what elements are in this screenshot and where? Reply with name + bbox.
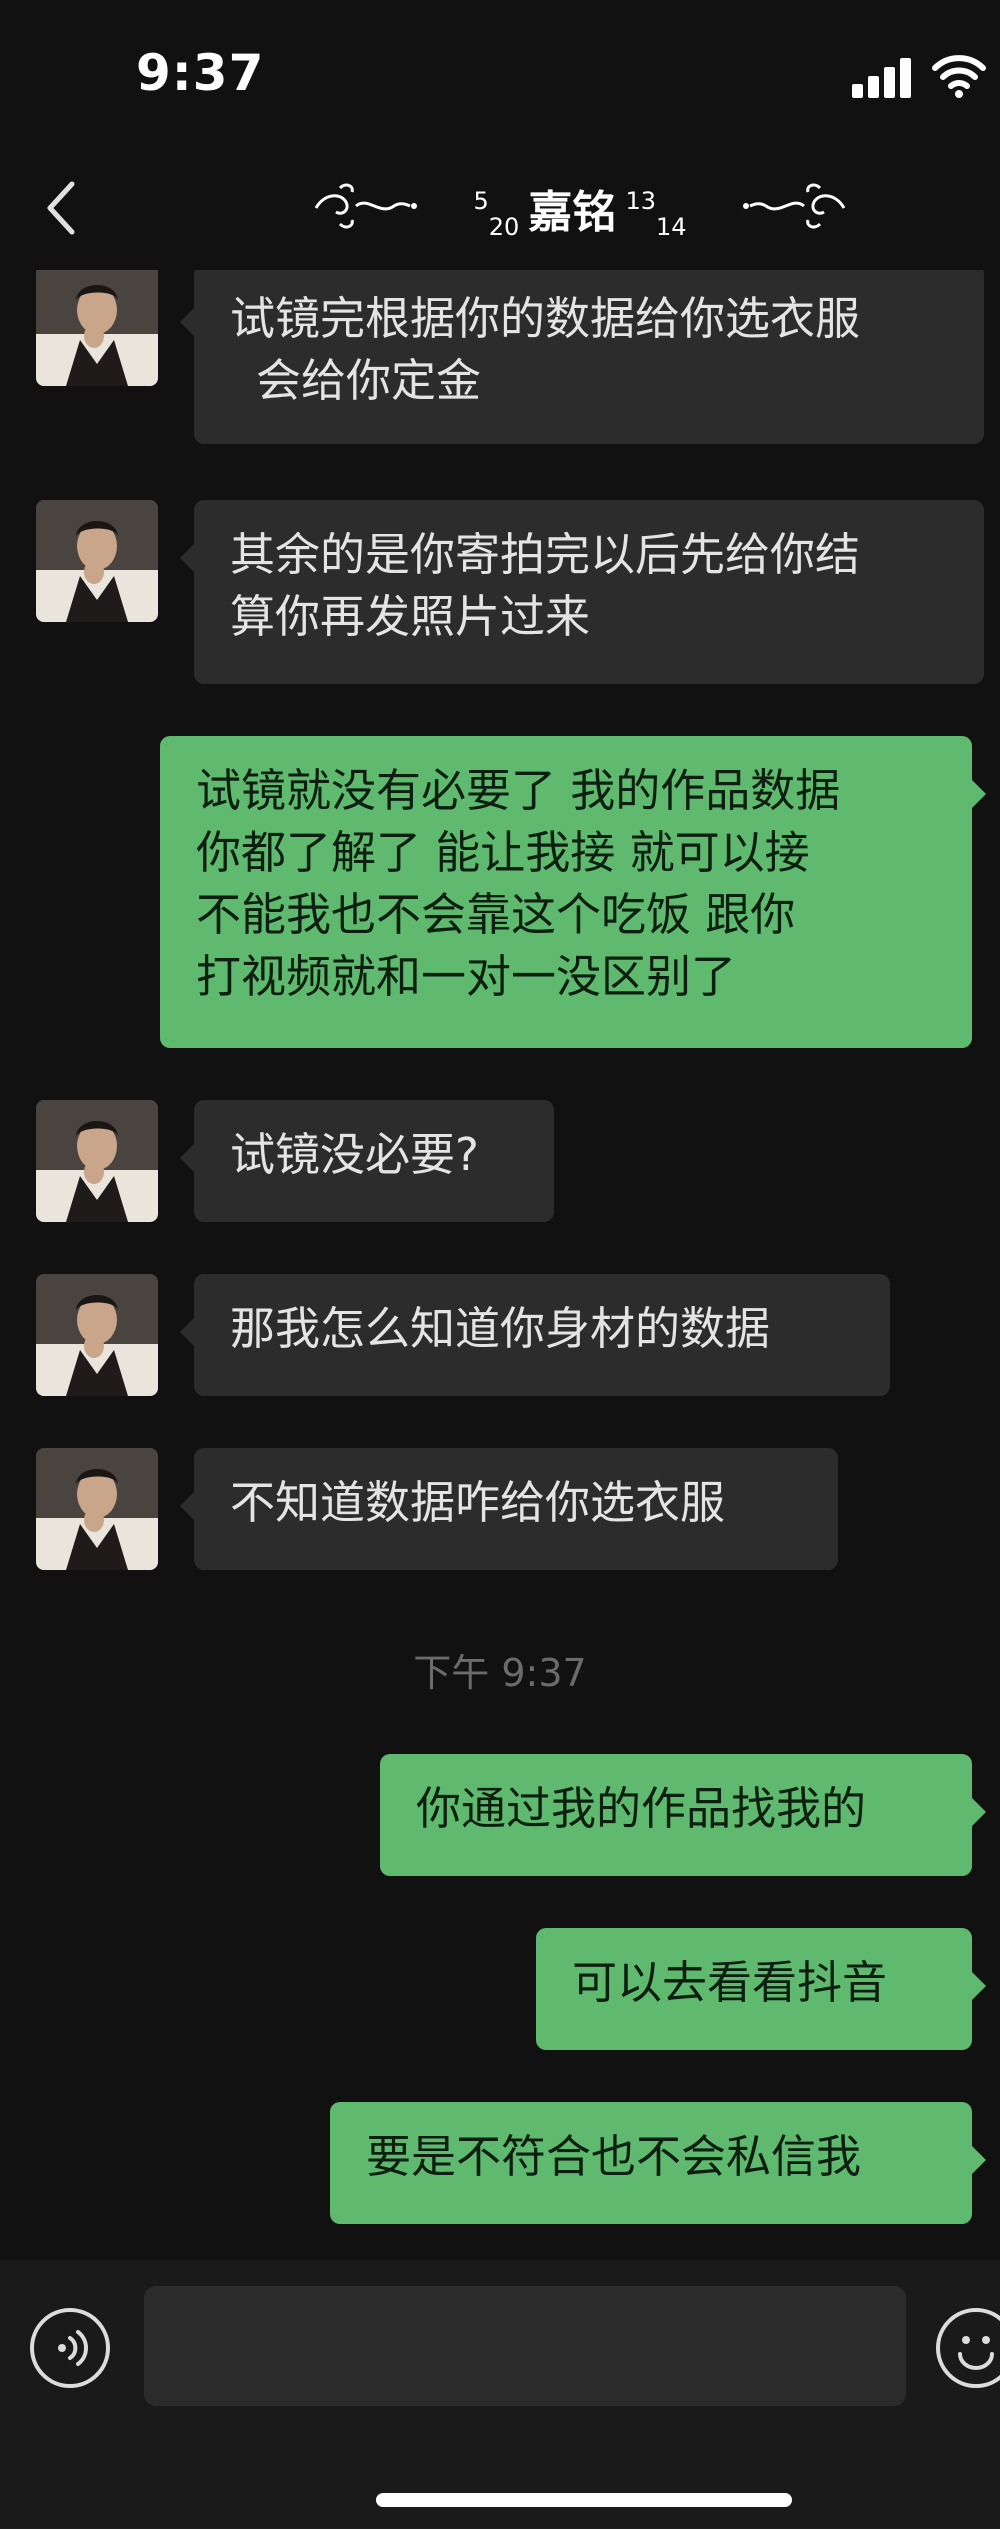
flourish-left-icon <box>314 183 417 229</box>
message-bubble-outgoing[interactable]: 试镜就没有必要了 我的作品数据 你都了解了 能让我接 就可以接 不能我也不会靠这… <box>160 736 986 1048</box>
message-list[interactable]: 试镜完根据你的数据给你选衣服 会给你定金 其余的是你寄拍完以后先给你结 算你再发… <box>0 270 1000 2260</box>
message-bubble-incoming[interactable]: 试镜完根据你的数据给你选衣服 会给你定金 <box>180 270 984 444</box>
title-sup-left-top: 5 <box>473 187 489 215</box>
message-input[interactable] <box>144 2286 906 2406</box>
back-icon[interactable] <box>40 178 80 238</box>
status-time: 9:37 <box>136 44 265 102</box>
voice-icon <box>58 2330 88 2366</box>
message-line: 打视频就和一对一没区别了 <box>196 950 737 1003</box>
message-line: 不知道数据咋给你选衣服 <box>230 1476 726 1529</box>
emoji-icon <box>958 2336 994 2370</box>
message-bubble-outgoing[interactable]: 要是不符合也不会私信我 <box>330 2102 986 2224</box>
message-bubble-incoming[interactable]: 不知道数据咋给你选衣服 <box>180 1448 838 1570</box>
message-line: 可以去看看抖音 <box>572 1956 888 2009</box>
message-bubble-incoming[interactable]: 那我怎么知道你身材的数据 <box>180 1274 890 1396</box>
message-bubble-incoming[interactable]: 其余的是你寄拍完以后先给你结 算你再发照片过来 <box>180 500 984 684</box>
chat-title: 520 嘉铭 1314 <box>310 172 850 242</box>
title-sup-left-bottom: 20 <box>488 213 520 241</box>
wifi-icon <box>932 55 986 98</box>
message-bubble-outgoing[interactable]: 你通过我的作品找我的 <box>380 1754 986 1876</box>
message-line: 那我怎么知道你身材的数据 <box>230 1302 771 1355</box>
emoji-button[interactable] <box>936 2308 1000 2388</box>
message-line: 会给你定金 <box>256 354 482 407</box>
message-line: 其余的是你寄拍完以后先给你结 <box>230 528 861 581</box>
signal-icon <box>852 58 912 98</box>
chat-screen: 9:37 520 嘉铭 1314 试镜完根据你的数据给你选衣服 会给你定金 其余… <box>0 0 1000 2529</box>
message-bubble-outgoing[interactable]: 可以去看看抖音 <box>536 1928 986 2050</box>
message-line: 不能我也不会靠这个吃饭 跟你 <box>196 888 796 941</box>
nav-bar: 520 嘉铭 1314 <box>0 150 1000 270</box>
contact-name: 嘉铭 <box>528 187 617 238</box>
contact-avatar[interactable] <box>36 1448 158 1570</box>
message-line: 试镜就没有必要了 我的作品数据 <box>196 764 841 817</box>
title-sup-right-top: 13 <box>625 187 656 215</box>
contact-avatar[interactable] <box>36 1274 158 1396</box>
contact-avatar[interactable] <box>36 1100 158 1222</box>
message-line: 要是不符合也不会私信我 <box>366 2130 862 2183</box>
contact-avatar[interactable] <box>36 500 158 622</box>
message-line: 你通过我的作品找我的 <box>416 1782 867 1835</box>
home-indicator[interactable] <box>376 2493 792 2507</box>
contact-avatar[interactable] <box>36 270 158 386</box>
input-bar <box>0 2260 1000 2529</box>
message-line: 试镜没必要? <box>230 1128 479 1181</box>
title-sup-right-bottom: 14 <box>656 213 687 241</box>
message-line: 试镜完根据你的数据给你选衣服 <box>230 292 861 345</box>
flourish-right-icon <box>743 183 846 229</box>
voice-input-button[interactable] <box>30 2308 110 2388</box>
message-line: 算你再发照片过来 <box>230 590 591 643</box>
status-bar: 9:37 <box>0 0 1000 150</box>
message-line: 你都了解了 能让我接 就可以接 <box>196 826 810 879</box>
timestamp-divider: 下午 9:37 <box>413 1651 587 1695</box>
message-bubble-incoming[interactable]: 试镜没必要? <box>180 1100 554 1222</box>
